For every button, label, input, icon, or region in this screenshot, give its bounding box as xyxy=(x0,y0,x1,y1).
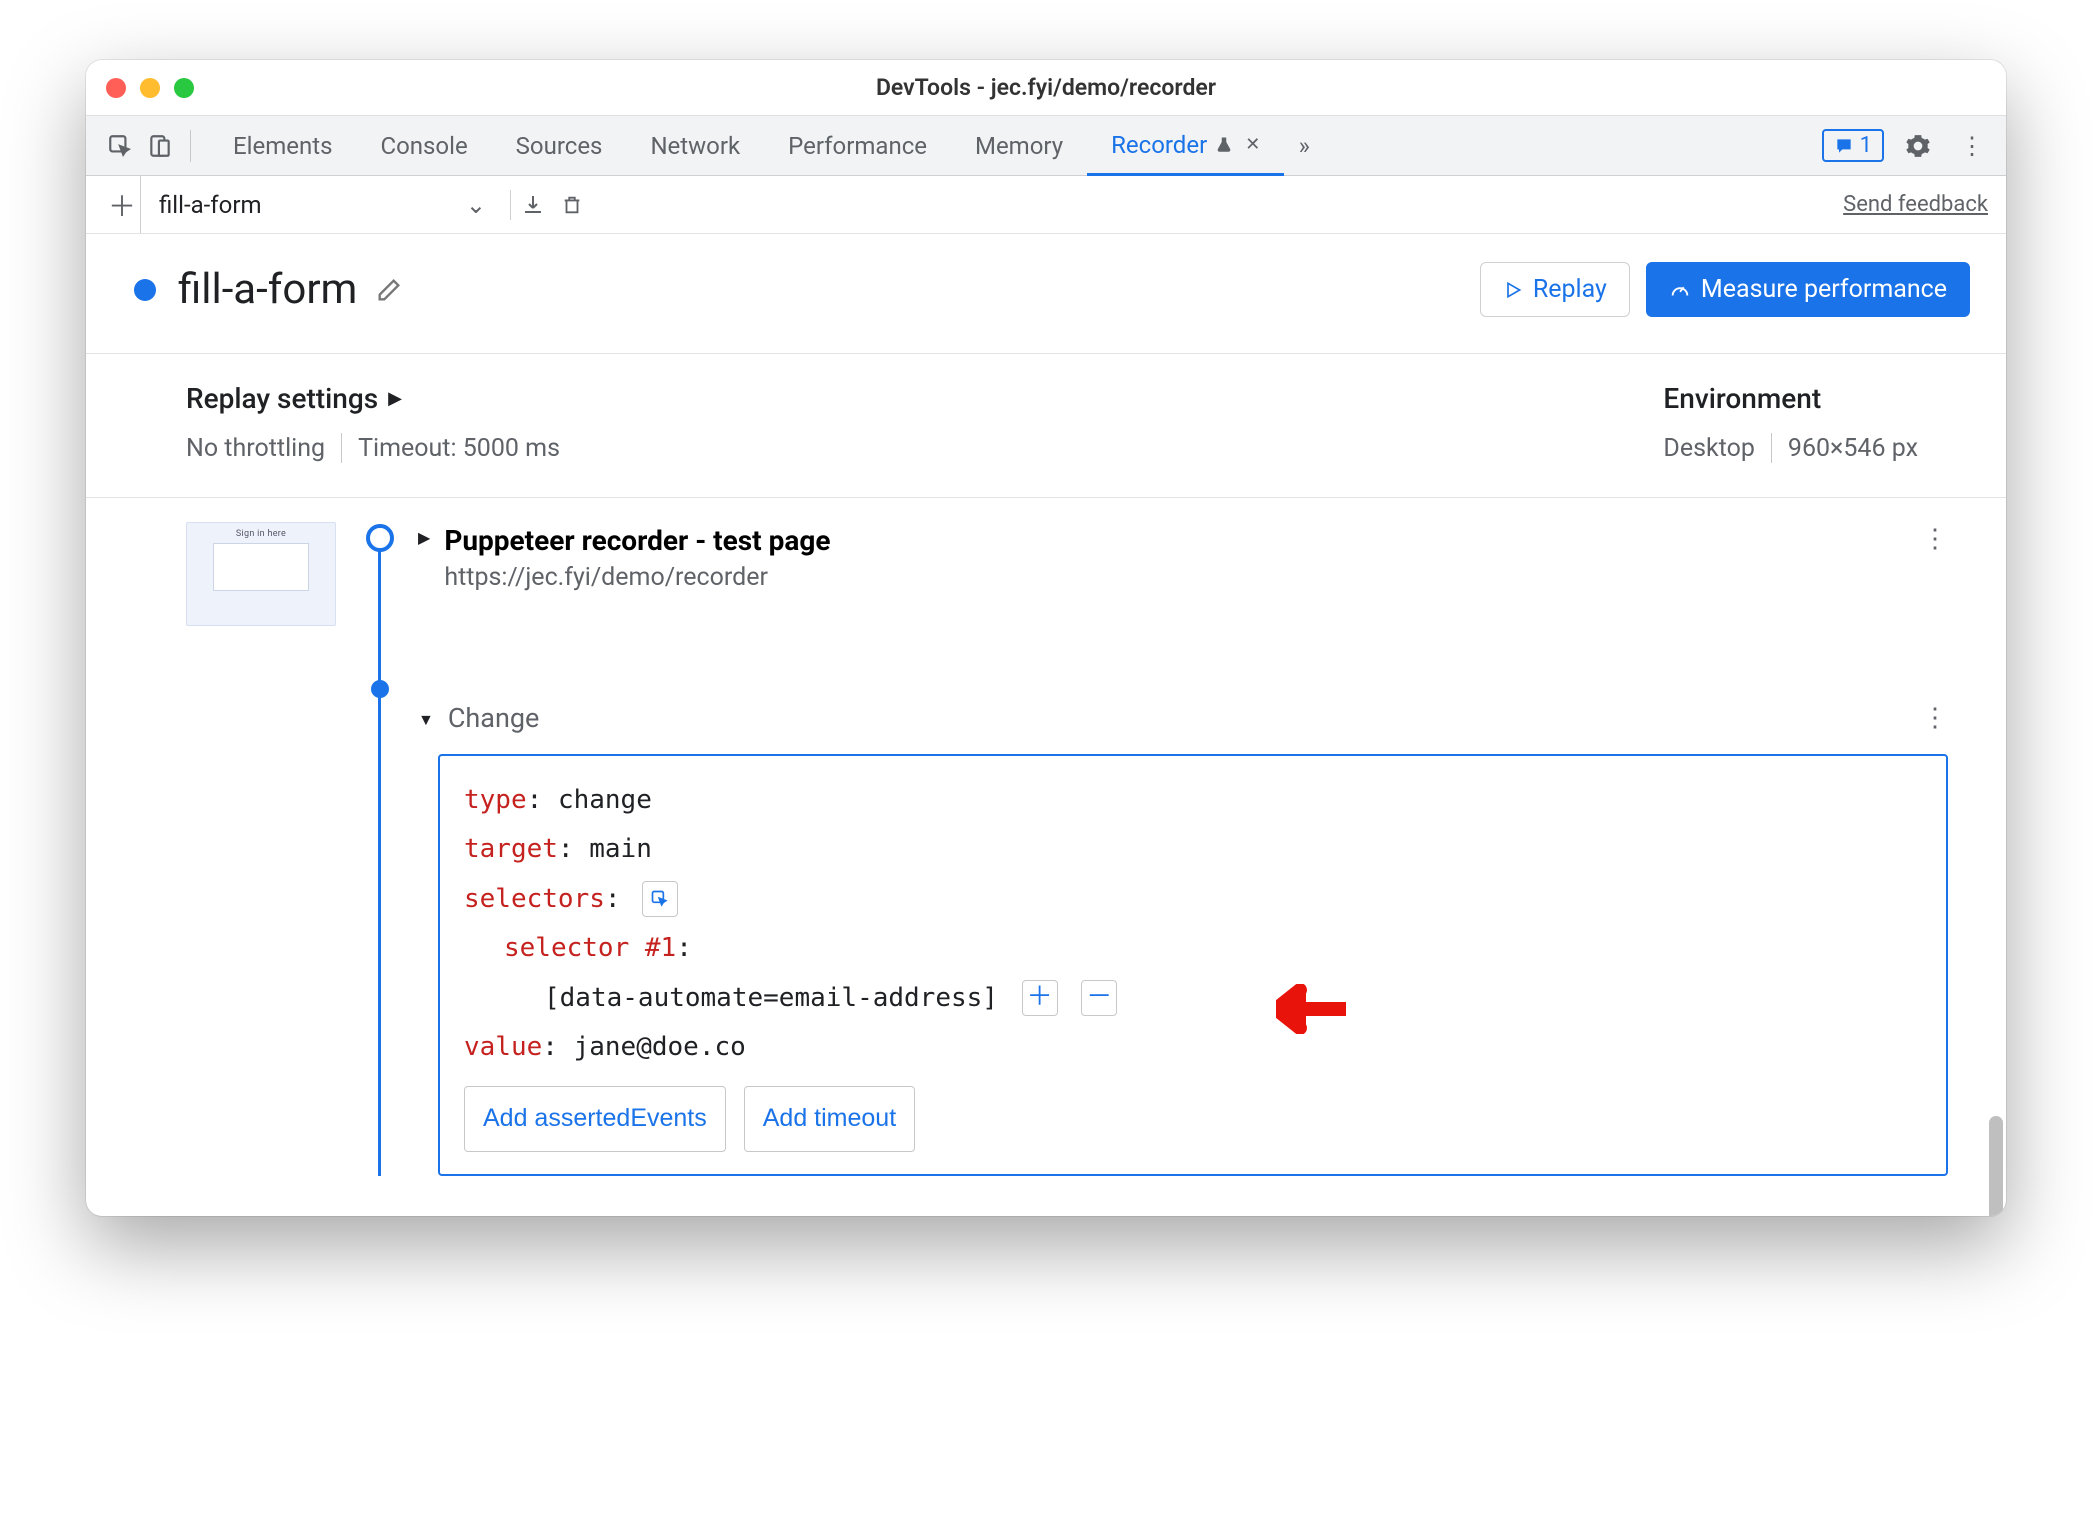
tab-performance[interactable]: Performance xyxy=(764,116,951,175)
tab-console[interactable]: Console xyxy=(356,116,491,175)
replay-label: Replay xyxy=(1533,275,1607,304)
new-recording-button[interactable]: ＋ xyxy=(104,185,140,225)
timeout-value: Timeout: 5000 ms xyxy=(358,434,560,463)
add-selector-button[interactable]: ＋ xyxy=(1022,980,1058,1016)
steps-area: Sign in here Puppeteer recorder - test p… xyxy=(86,498,2006,1216)
more-tabs-icon[interactable]: » xyxy=(1284,126,1324,166)
key-type: type xyxy=(464,785,527,815)
throttling-value: No throttling xyxy=(186,434,325,463)
key-target: target xyxy=(464,834,558,864)
play-icon xyxy=(1503,280,1523,300)
timeline-node-step xyxy=(371,680,389,698)
detail-row: target: main xyxy=(464,825,1922,874)
chat-icon xyxy=(1834,136,1854,156)
measure-label: Measure performance xyxy=(1701,275,1947,304)
issues-count: 1 xyxy=(1860,133,1872,158)
key-value: value xyxy=(464,1032,542,1062)
recording-title: fill-a-form xyxy=(178,265,357,314)
edit-title-icon[interactable] xyxy=(375,276,403,304)
window-title: DevTools - jec.fyi/demo/recorder xyxy=(86,74,2006,101)
val-value[interactable]: jane@doe.co xyxy=(574,1032,746,1062)
device-toggle-icon[interactable] xyxy=(140,126,180,166)
detail-row: [data-automate=email-address] ＋ － xyxy=(464,974,1922,1023)
caret-down-icon xyxy=(418,708,434,728)
step-change[interactable]: Change ⋮ xyxy=(418,702,1994,734)
env-device: Desktop xyxy=(1663,434,1754,463)
step-url: https://jec.fyi/demo/recorder xyxy=(444,563,830,592)
divider xyxy=(1771,433,1772,463)
timeline-node-start xyxy=(366,524,394,552)
issues-badge[interactable]: 1 xyxy=(1822,129,1884,162)
measure-performance-button[interactable]: Measure performance xyxy=(1646,262,1970,317)
environment-heading: Environment xyxy=(1663,382,1918,415)
step-navigate[interactable]: Puppeteer recorder - test page https://j… xyxy=(418,522,1994,592)
timeline: Puppeteer recorder - test page https://j… xyxy=(364,522,1994,1176)
caret-right-icon xyxy=(418,524,430,543)
tab-recorder-label: Recorder xyxy=(1111,131,1207,159)
chevron-right-icon: ▶ xyxy=(388,388,402,409)
recording-header: fill-a-form Replay Measure performance xyxy=(86,234,2006,354)
chevron-down-icon: ⌄ xyxy=(466,191,486,219)
settings-row: Replay settings ▶ No throttling Timeout:… xyxy=(86,354,2006,498)
inspect-element-icon[interactable] xyxy=(100,126,140,166)
divider xyxy=(341,433,342,463)
timeline-line xyxy=(378,538,381,1176)
recording-status-dot xyxy=(134,279,156,301)
divider xyxy=(510,190,511,220)
settings-gear-icon[interactable] xyxy=(1898,126,1938,166)
add-timeout-button[interactable]: Add timeout xyxy=(744,1086,915,1152)
detail-row: type: change xyxy=(464,776,1922,825)
add-asserted-events-button[interactable]: Add assertedEvents xyxy=(464,1086,726,1152)
tab-sources[interactable]: Sources xyxy=(492,116,627,175)
page-thumbnail: Sign in here xyxy=(186,522,336,626)
scrollbar-thumb[interactable] xyxy=(1989,1116,2003,1216)
val-type[interactable]: change xyxy=(558,785,652,815)
beaker-icon xyxy=(1215,135,1233,155)
tab-memory[interactable]: Memory xyxy=(951,116,1087,175)
divider xyxy=(190,130,191,162)
recording-select[interactable]: fill-a-form ⌄ xyxy=(140,176,500,233)
replay-button[interactable]: Replay xyxy=(1480,262,1630,317)
panel-tabs: Elements Console Sources Network Perform… xyxy=(209,116,1324,175)
detail-row: selectors: xyxy=(464,875,1922,924)
devtools-tabstrip: Elements Console Sources Network Perform… xyxy=(86,116,2006,176)
minimize-window-button[interactable] xyxy=(140,78,160,98)
detail-row: value: jane@doe.co xyxy=(464,1023,1922,1072)
close-window-button[interactable] xyxy=(106,78,126,98)
key-selector-1: selector #1 xyxy=(504,933,676,963)
kebab-menu-icon[interactable]: ⋮ xyxy=(1952,126,1992,166)
val-target[interactable]: main xyxy=(589,834,652,864)
step-kebab-icon[interactable]: ⋮ xyxy=(1922,524,1948,554)
element-picker-icon[interactable] xyxy=(642,881,678,917)
export-icon[interactable] xyxy=(521,193,561,217)
key-selectors: selectors xyxy=(464,884,605,914)
send-feedback-link[interactable]: Send feedback xyxy=(1843,192,1988,217)
step-details-panel: type: change target: main selectors: sel… xyxy=(438,754,1948,1176)
gauge-icon xyxy=(1669,279,1691,301)
val-selector[interactable]: [data-automate=email-address] xyxy=(544,983,998,1013)
step-change-label: Change xyxy=(448,702,540,734)
detail-row: selector #1: xyxy=(464,924,1922,973)
devtools-window: DevTools - jec.fyi/demo/recorder Element… xyxy=(86,60,2006,1216)
tab-network[interactable]: Network xyxy=(626,116,764,175)
tab-recorder[interactable]: Recorder ✕ xyxy=(1087,117,1284,176)
recording-select-value: fill-a-form xyxy=(159,191,262,219)
delete-icon[interactable] xyxy=(561,193,601,217)
tab-elements[interactable]: Elements xyxy=(209,116,356,175)
remove-selector-button[interactable]: － xyxy=(1081,980,1117,1016)
scrollbar[interactable] xyxy=(1989,1116,2003,1216)
recorder-toolbar: ＋ fill-a-form ⌄ Send feedback xyxy=(86,176,2006,234)
env-size: 960×546 px xyxy=(1788,434,1918,463)
traffic-lights xyxy=(106,78,194,98)
zoom-window-button[interactable] xyxy=(174,78,194,98)
step-kebab-icon[interactable]: ⋮ xyxy=(1922,703,1948,733)
replay-settings-heading[interactable]: Replay settings ▶ xyxy=(186,382,560,415)
titlebar: DevTools - jec.fyi/demo/recorder xyxy=(86,60,2006,116)
step-title: Puppeteer recorder - test page xyxy=(444,524,830,557)
close-panel-icon[interactable]: ✕ xyxy=(1245,134,1260,155)
